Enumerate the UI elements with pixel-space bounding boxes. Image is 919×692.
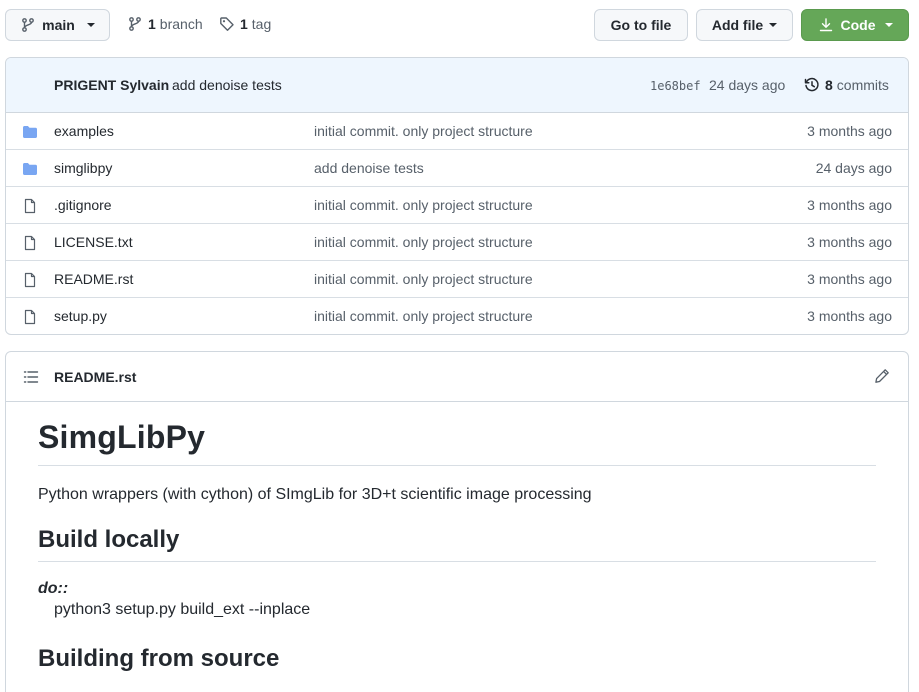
git-branch-icon — [22, 18, 35, 32]
build-command: python3 setup.py build_ext --inplace — [54, 601, 311, 618]
folder-icon — [23, 163, 37, 175]
file-age: 3 months ago — [807, 234, 892, 250]
tags-link[interactable]: 1 tag — [219, 16, 271, 32]
file-row[interactable]: LICENSE.txt initial commit. only project… — [6, 224, 908, 261]
branch-name: main — [42, 17, 75, 33]
chevron-down-icon — [884, 23, 893, 27]
file-age: 24 days ago — [815, 160, 892, 176]
file-row[interactable]: examples initial commit. only project st… — [6, 113, 908, 150]
file-age: 3 months ago — [807, 308, 892, 324]
file-icon — [24, 309, 36, 325]
branch-label: branch — [159, 16, 203, 32]
file-name[interactable]: setup.py — [54, 308, 107, 324]
file-name[interactable]: examples — [54, 123, 114, 139]
go-to-file-button[interactable]: Go to file — [594, 9, 688, 41]
list-icon[interactable] — [23, 369, 39, 385]
folder-icon — [23, 126, 37, 138]
definition-term: do:: — [38, 580, 69, 597]
file-row[interactable]: .gitignore initial commit. only project … — [6, 187, 908, 224]
file-commit-message[interactable]: initial commit. only project structure — [314, 197, 533, 213]
commit-age: 24 days ago — [709, 77, 786, 93]
file-name[interactable]: simglibpy — [54, 160, 112, 176]
file-name[interactable]: README.rst — [54, 271, 133, 287]
tag-count: 1 — [240, 16, 248, 32]
pencil-icon[interactable] — [874, 368, 890, 384]
file-icon — [24, 198, 36, 214]
history-icon — [804, 77, 819, 92]
readme-description: Python wrappers (with cython) of SImgLib… — [38, 486, 592, 503]
repo-toolbar: main 1 branch 1 tag Go to file Add file … — [0, 0, 919, 50]
tag-label: tag — [251, 16, 272, 32]
branch-select-button[interactable]: main — [5, 9, 110, 41]
file-age: 3 months ago — [807, 271, 892, 287]
file-browser: PRIGENT Sylvain add denoise tests 1e68be… — [5, 57, 909, 335]
commits-link[interactable]: 8 commits — [804, 77, 889, 93]
file-commit-message[interactable]: initial commit. only project structure — [314, 308, 533, 324]
section-heading-building-from-source: Building from source — [38, 645, 280, 672]
chevron-down-icon — [769, 23, 778, 27]
branches-link[interactable]: 1 branch — [127, 16, 203, 32]
commit-message[interactable]: add denoise tests — [172, 77, 282, 93]
download-icon — [819, 18, 832, 32]
file-icon — [24, 272, 36, 288]
file-icon — [24, 235, 36, 251]
latest-commit-bar: PRIGENT Sylvain add denoise tests 1e68be… — [6, 58, 908, 113]
add-file-button[interactable]: Add file — [696, 9, 793, 41]
commit-count-label: commits — [836, 77, 889, 93]
code-label: Code — [840, 17, 876, 33]
file-row[interactable]: setup.py initial commit. only project st… — [6, 298, 908, 334]
readme-heading: SimgLibPy — [38, 419, 876, 466]
chevron-down-icon — [86, 23, 95, 27]
readme-panel: README.rst SimgLibPy Python wrappers (wi… — [5, 351, 909, 692]
readme-content: SimgLibPy Python wrappers (with cython) … — [38, 402, 876, 673]
commit-count: 8 — [825, 77, 833, 93]
commit-author[interactable]: PRIGENT Sylvain — [54, 77, 169, 93]
file-commit-message[interactable]: add denoise tests — [314, 160, 424, 176]
branch-count: 1 — [148, 16, 156, 32]
file-age: 3 months ago — [807, 197, 892, 213]
git-branch-icon — [129, 17, 141, 31]
section-heading-build-locally: Build locally — [38, 526, 876, 562]
file-commit-message[interactable]: initial commit. only project structure — [314, 271, 533, 287]
tag-icon — [220, 17, 234, 31]
file-row[interactable]: README.rst initial commit. only project … — [6, 261, 908, 298]
file-name[interactable]: LICENSE.txt — [54, 234, 133, 250]
add-file-label: Add file — [711, 17, 764, 33]
file-age: 3 months ago — [807, 123, 892, 139]
file-commit-message[interactable]: initial commit. only project structure — [314, 123, 533, 139]
readme-header: README.rst — [6, 352, 908, 402]
file-commit-message[interactable]: initial commit. only project structure — [314, 234, 533, 250]
file-name[interactable]: .gitignore — [54, 197, 112, 213]
file-row[interactable]: simglibpy add denoise tests 24 days ago — [6, 150, 908, 187]
commit-sha[interactable]: 1e68bef — [650, 79, 701, 93]
code-button[interactable]: Code — [801, 9, 909, 41]
readme-filename[interactable]: README.rst — [54, 369, 136, 385]
